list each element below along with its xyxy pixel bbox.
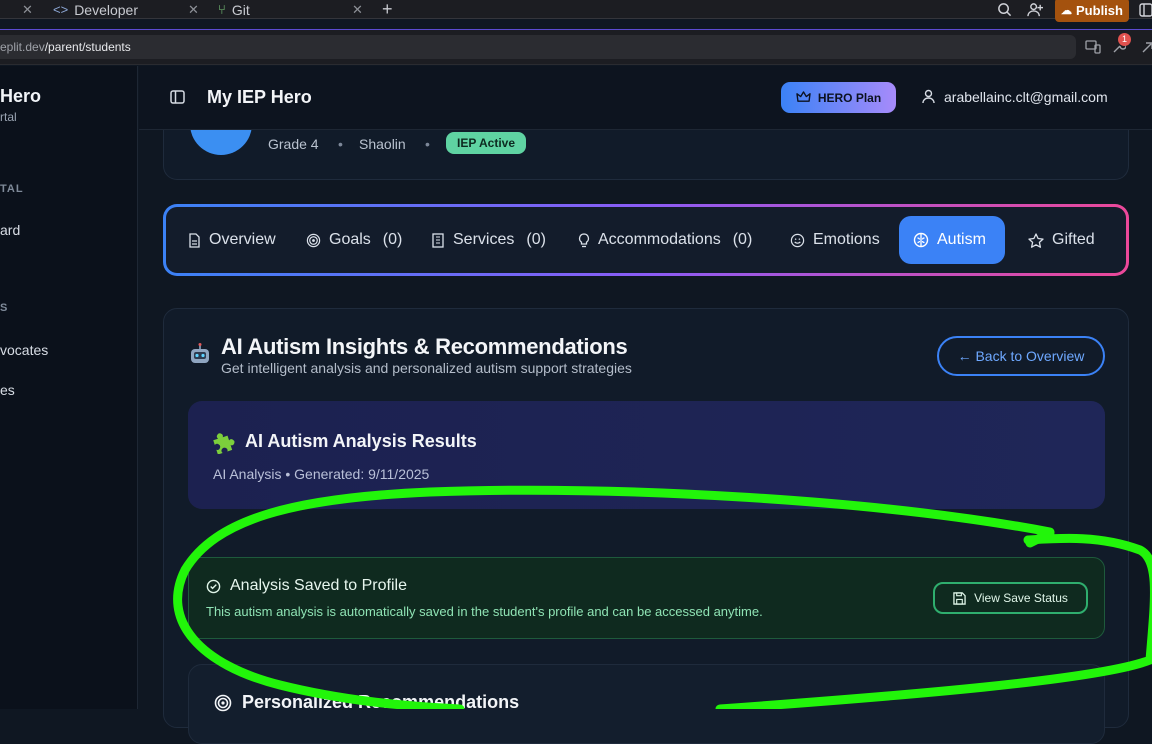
- tab-close-icon[interactable]: ✕: [352, 0, 363, 19]
- tab-goals[interactable]: Goals (0): [296, 216, 412, 264]
- sidebar-section-label: S: [0, 302, 9, 314]
- tab-accommodations[interactable]: Accommodations (0): [568, 216, 762, 264]
- saved-title: Analysis Saved to Profile: [230, 577, 407, 594]
- check-circle-icon: [206, 579, 221, 594]
- user-email[interactable]: arabellainc.clt@gmail.com: [944, 89, 1108, 105]
- panel-toggle-icon[interactable]: [1139, 0, 1152, 19]
- sidebar-section-label: TAL: [0, 183, 24, 195]
- page-title: My IEP Hero: [207, 87, 312, 107]
- saved-description: This autism analysis is automatically sa…: [206, 604, 763, 619]
- separator-dot: •: [425, 136, 430, 152]
- hero-plan-badge[interactable]: HERO Plan: [781, 82, 896, 113]
- brain-icon: [913, 232, 929, 248]
- document-icon: [189, 232, 200, 248]
- devices-icon[interactable]: [1085, 40, 1101, 59]
- tab-overview[interactable]: Overview: [178, 216, 286, 264]
- robot-icon: [188, 342, 212, 366]
- student-school: Shaolin: [359, 136, 406, 152]
- sidebar-toggle-icon[interactable]: [170, 90, 185, 109]
- publish-icon: ☁: [1061, 4, 1073, 17]
- tab-gifted[interactable]: Gifted: [1018, 216, 1105, 264]
- target-icon: [306, 233, 321, 247]
- panel-title: AI Autism Insights & Recommendations: [221, 334, 628, 359]
- sidebar-brand: Hero: [0, 86, 42, 106]
- sidebar-subtitle: rtal: [0, 110, 17, 124]
- new-tab-button[interactable]: +: [382, 0, 393, 19]
- autism-insights-panel: AI Autism Insights & Recommendations Get…: [163, 308, 1129, 744]
- crown-icon: [796, 91, 811, 102]
- back-to-overview-button[interactable]: ← Back to Overview: [937, 336, 1105, 376]
- code-icon: <>: [53, 2, 69, 17]
- results-title: AI Autism Analysis Results: [245, 431, 477, 451]
- url-field[interactable]: eplit.dev/parent/students: [0, 35, 1076, 59]
- tab-close-icon[interactable]: ✕: [22, 0, 33, 19]
- sidebar-item-advocates[interactable]: vocates: [0, 342, 48, 358]
- external-link-icon[interactable]: [1141, 40, 1152, 59]
- status-badge: IEP Active: [446, 132, 527, 154]
- analysis-results-card: AI Autism Analysis Results AI Analysis •…: [188, 401, 1105, 509]
- recommendations-title: Personalized Recommendations: [242, 692, 520, 712]
- address-bar: eplit.dev/parent/students 1: [0, 30, 1152, 65]
- invite-user-icon[interactable]: [1027, 0, 1044, 19]
- student-grade: Grade 4: [268, 136, 319, 152]
- sidebar-item-resources[interactable]: es: [0, 382, 15, 398]
- tab-autism[interactable]: Autism: [899, 216, 1005, 264]
- publish-button[interactable]: ☁ Publish: [1055, 0, 1129, 22]
- profile-tabs: Overview Goals (0) Services (0) Accommod…: [163, 204, 1129, 276]
- user-icon: [922, 89, 935, 109]
- panel-subtitle: Get intelligent analysis and personalize…: [221, 360, 632, 376]
- tab-close-icon[interactable]: ✕: [188, 0, 199, 19]
- browser-tab-developer[interactable]: <> Developer: [53, 0, 138, 19]
- smile-icon: [790, 233, 805, 247]
- analysis-saved-alert: Analysis Saved to Profile This autism an…: [188, 557, 1105, 639]
- separator-dot: •: [338, 136, 343, 152]
- tab-services[interactable]: Services (0): [421, 216, 556, 264]
- search-icon[interactable]: [997, 0, 1012, 19]
- browser-tab-git[interactable]: ⑂ Git: [218, 0, 250, 19]
- notification-badge: 1: [1118, 33, 1131, 46]
- git-icon: ⑂: [218, 2, 226, 17]
- tab-emotions[interactable]: Emotions: [780, 216, 890, 264]
- browser-tab-bar: ✕ <> Developer ✕ ⑂ Git ✕ + ☁ Publish: [0, 0, 1152, 22]
- star-icon: [1028, 232, 1044, 248]
- sidebar-item-dashboard[interactable]: ard: [0, 222, 20, 238]
- app-sidebar: Hero rtal TAL ard S vocates es: [0, 66, 138, 709]
- app-header: My IEP Hero HERO Plan arabellainc.clt@gm…: [139, 66, 1152, 130]
- save-icon: [953, 591, 966, 605]
- recommendations-card: Personalized Recommendations: [188, 664, 1105, 744]
- lightbulb-icon: [578, 232, 590, 247]
- results-meta: AI Analysis • Generated: 9/11/2025: [213, 466, 430, 482]
- building-icon: [432, 232, 444, 248]
- puzzle-icon: [211, 428, 237, 455]
- view-save-status-button[interactable]: View Save Status: [933, 582, 1088, 614]
- target-icon: [214, 694, 232, 717]
